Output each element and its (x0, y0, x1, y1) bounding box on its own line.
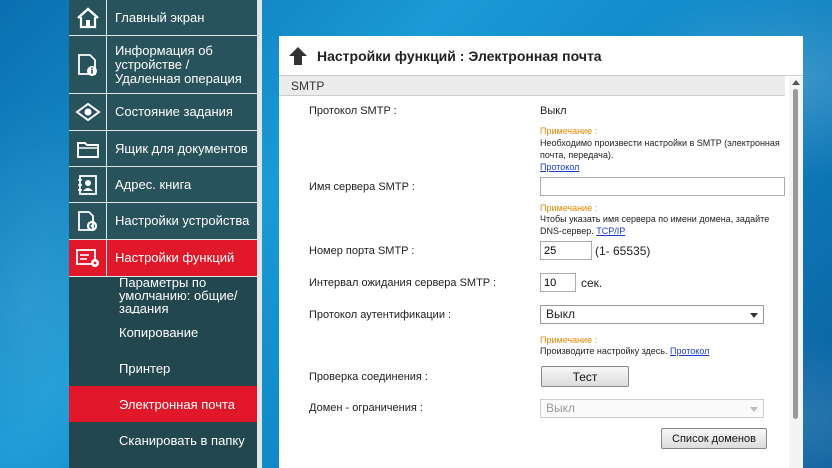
address-book-icon (69, 167, 107, 202)
sidebar-item-device-settings[interactable]: Настройки устройства (69, 203, 257, 240)
sidebar-item-home[interactable]: Главный экран (69, 0, 257, 36)
folder-icon (69, 131, 107, 166)
smtp-server-input[interactable] (540, 177, 785, 196)
domain-restriction-label: Домен - ограничения : (309, 402, 423, 414)
sidebar-subitem-label: Параметры по умолчанию: общие/задания (119, 275, 238, 316)
device-info-icon (69, 36, 107, 93)
domain-list-button[interactable]: Список доменов (661, 428, 767, 449)
sidebar-item-job-status[interactable]: Состояние задания (69, 94, 257, 131)
sidebar-item-label: Настройки функций (115, 250, 235, 265)
sidebar-item-label: Состояние задания (115, 104, 233, 119)
connection-test-label: Проверка соединения : (309, 371, 428, 383)
auth-protocol-note-text: Производите настройку здесь. (540, 346, 668, 356)
vertical-scrollbar[interactable] (789, 77, 803, 468)
smtp-protocol-link[interactable]: Протокол (540, 162, 579, 172)
sidebar-subitem-label: Принтер (119, 360, 171, 376)
smtp-protocol-note-text: Необходимо произвести настройки в SMTP (… (540, 138, 780, 160)
smtp-server-label: Имя сервера SMTP : (309, 181, 415, 193)
scroll-up-icon[interactable] (792, 80, 800, 85)
auth-protocol-note-title: Примечание : (540, 335, 598, 345)
smtp-timeout-unit: сек. (581, 276, 603, 290)
panel-header: Настройки функций : Электронная почта (279, 36, 803, 76)
sidebar-item-device-info[interactable]: Информация об устройстве / Удаленная опе… (69, 36, 257, 94)
sidebar-item-function-settings[interactable]: Настройки функций (69, 240, 257, 277)
smtp-protocol-value: Выкл (540, 105, 567, 117)
sidebar-subitem-label: Копирование (119, 324, 199, 340)
smtp-port-label: Номер порта SMTP : (309, 245, 415, 257)
eye-icon (69, 94, 107, 130)
sidebar-item-label: Информация об устройстве / Удаленная опе… (115, 42, 242, 86)
sidebar-item-document-box[interactable]: Ящик для документов (69, 131, 257, 167)
scroll-thumb[interactable] (793, 89, 798, 419)
sidebar: Главный экран Информация об устройстве /… (69, 0, 257, 468)
sidebar-item-label: Ящик для документов (115, 140, 248, 156)
sidebar-subitem-label: Сканировать в папку (119, 432, 245, 448)
page-title: Настройки функций : Электронная почта (317, 47, 602, 64)
smtp-server-note-text: Чтобы указать имя сервера по имени домен… (540, 214, 770, 236)
sidebar-subitem-defaults[interactable]: Параметры по умолчанию: общие/задания (69, 275, 257, 316)
domain-restriction-selected: Выкл (546, 401, 576, 415)
auth-protocol-label: Протокол аутентификации : (309, 309, 452, 321)
chevron-down-icon (750, 313, 758, 318)
auth-protocol-selected: Выкл (546, 307, 576, 321)
auth-protocol-select[interactable]: Выкл (540, 305, 764, 324)
smtp-server-note: Чтобы указать имя сервера по имени домен… (540, 213, 790, 237)
sidebar-subitem-printer[interactable]: Принтер (69, 350, 257, 386)
tcpip-link[interactable]: TCP/IP (596, 226, 625, 236)
smtp-protocol-note: Необходимо произвести настройки в SMTP (… (540, 137, 790, 173)
auth-protocol-note: Производите настройку здесь. Протокол (540, 345, 790, 357)
sidebar-item-label: Настройки устройства (115, 213, 250, 228)
auth-protocol-link[interactable]: Протокол (670, 346, 709, 356)
smtp-protocol-note-title: Примечание : (540, 126, 598, 136)
back-arrow-icon[interactable] (287, 45, 309, 67)
smtp-port-range: (1- 65535) (595, 244, 651, 258)
section-header-smtp: SMTP (279, 76, 785, 96)
sidebar-item-label: Главный экран (115, 9, 205, 25)
device-settings-icon (69, 203, 107, 239)
sidebar-item-address-book[interactable]: Адрес. книга (69, 167, 257, 203)
chevron-down-icon (750, 407, 758, 412)
settings-panel: Настройки функций : Электронная почта SM… (279, 36, 803, 468)
sidebar-subitem-scan-to-folder[interactable]: Сканировать в папку (69, 422, 257, 458)
sidebar-divider (257, 0, 262, 468)
sidebar-subitem-label: Электронная почта (119, 396, 236, 412)
smtp-server-note-title: Примечание : (540, 203, 598, 213)
smtp-protocol-label: Протокол SMTP : (309, 105, 397, 117)
sidebar-item-label: Адрес. книга (115, 176, 192, 192)
function-settings-icon (69, 240, 107, 276)
test-button[interactable]: Тест (541, 366, 629, 387)
smtp-timeout-label: Интервал ожидания сервера SMTP : (309, 277, 497, 289)
sidebar-subitem-email[interactable]: Электронная почта (69, 386, 257, 422)
domain-restriction-select[interactable]: Выкл (540, 399, 764, 418)
smtp-timeout-input[interactable] (540, 273, 576, 292)
home-icon (69, 0, 107, 35)
smtp-port-input[interactable] (540, 241, 592, 260)
sidebar-subitem-copy[interactable]: Копирование (69, 314, 257, 350)
